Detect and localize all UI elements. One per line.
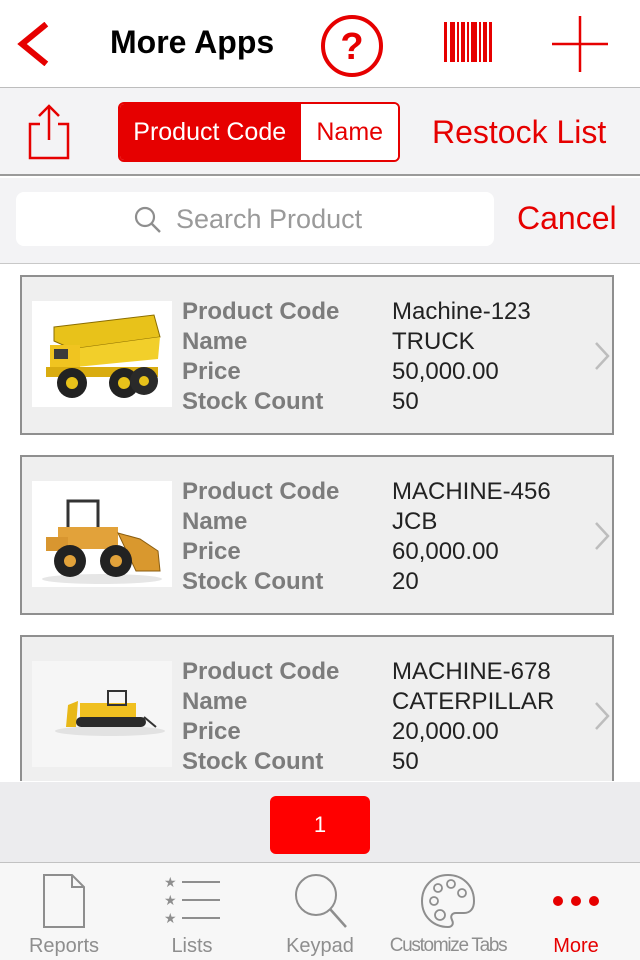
name-label: Name	[182, 328, 248, 355]
page-title: More Apps	[110, 24, 275, 60]
tab-label: Customize Tabs	[389, 935, 508, 956]
navigation-bar: More Apps ?	[0, 0, 640, 88]
document-icon	[43, 874, 85, 928]
name-label: Name	[182, 688, 248, 715]
product-image-loader	[32, 481, 172, 587]
price-value: 60,000.00	[392, 538, 499, 565]
product-code-label: Product Code	[182, 478, 340, 505]
product-code-value: Machine-123	[392, 298, 531, 325]
svg-text:?: ?	[340, 26, 363, 68]
price-label: Price	[182, 718, 241, 745]
name-value: CATERPILLAR	[392, 688, 555, 715]
tab-label: Keypad	[286, 935, 354, 957]
help-icon[interactable]: ?	[320, 14, 384, 78]
price-label: Price	[182, 538, 241, 565]
stock-count-value: 20	[392, 568, 419, 595]
name-value: JCB	[392, 508, 438, 535]
cancel-button[interactable]: Cancel	[517, 200, 617, 237]
product-card[interactable]: Product Code Name Price Stock Count MACH…	[20, 635, 614, 781]
tab-label: Lists	[171, 935, 213, 957]
price-value: 20,000.00	[392, 718, 499, 745]
name-label: Name	[182, 508, 248, 535]
list-icon: ★ ★ ★	[164, 875, 220, 927]
svg-text:★: ★	[164, 911, 177, 927]
barcode-icon[interactable]	[442, 22, 494, 62]
stock-count-value: 50	[392, 748, 419, 775]
stock-count-value: 50	[392, 388, 419, 415]
tab-keypad[interactable]: Keypad	[256, 863, 384, 960]
tab-customize-tabs[interactable]: Customize Tabs	[384, 863, 512, 960]
price-label: Price	[182, 358, 241, 385]
svg-text:★: ★	[164, 875, 177, 891]
stock-count-label: Stock Count	[182, 568, 324, 595]
product-card[interactable]: Product Code Name Price Stock Count MACH…	[20, 455, 614, 615]
app-screen: More Apps ? Product Code Name Restock Li…	[0, 0, 640, 960]
segment-product-code[interactable]: Product Code	[120, 104, 300, 160]
search-input[interactable]	[176, 200, 476, 238]
tab-label: Reports	[28, 935, 100, 957]
pagination-bar: 1	[0, 782, 640, 862]
segment-name[interactable]: Name	[299, 104, 398, 160]
tab-more[interactable]: More	[512, 863, 640, 960]
stock-count-label: Stock Count	[182, 388, 324, 415]
tab-label: More	[553, 935, 599, 957]
name-value: TRUCK	[392, 328, 475, 355]
product-code-label: Product Code	[182, 658, 340, 685]
search-icon	[134, 206, 161, 233]
palette-icon	[420, 873, 476, 929]
svg-text:★: ★	[164, 893, 177, 909]
back-chevron-icon[interactable]	[14, 22, 54, 66]
filter-toolbar: Product Code Name Restock List	[0, 88, 640, 176]
product-code-label: Product Code	[182, 298, 340, 325]
tab-reports[interactable]: Reports	[0, 863, 128, 960]
product-code-value: MACHINE-456	[392, 478, 551, 505]
share-icon[interactable]	[26, 104, 72, 160]
product-card[interactable]: Product Code Name Price Stock Count Mach…	[20, 275, 614, 435]
search-field-container[interactable]	[16, 192, 494, 246]
chevron-right-icon	[595, 702, 610, 730]
tab-bar: Reports ★ ★ ★ Lists Keypad Customize Tab…	[0, 862, 640, 960]
product-image-truck	[32, 301, 172, 407]
tab-lists[interactable]: ★ ★ ★ Lists	[128, 863, 256, 960]
product-code-value: MACHINE-678	[392, 658, 551, 685]
add-icon[interactable]	[550, 14, 610, 74]
price-value: 50,000.00	[392, 358, 499, 385]
magnifier-icon	[295, 874, 347, 928]
chevron-right-icon	[595, 522, 610, 550]
more-dots-icon	[553, 896, 599, 906]
page-button-current[interactable]: 1	[270, 796, 370, 854]
search-mode-segmented-control: Product Code Name	[118, 102, 400, 162]
product-list[interactable]: Product Code Name Price Stock Count Mach…	[0, 265, 640, 781]
search-bar: Cancel	[0, 178, 640, 264]
stock-count-label: Stock Count	[182, 748, 324, 775]
product-image-bulldozer	[32, 661, 172, 767]
restock-list-button[interactable]: Restock List	[432, 114, 606, 151]
chevron-right-icon	[595, 342, 610, 370]
